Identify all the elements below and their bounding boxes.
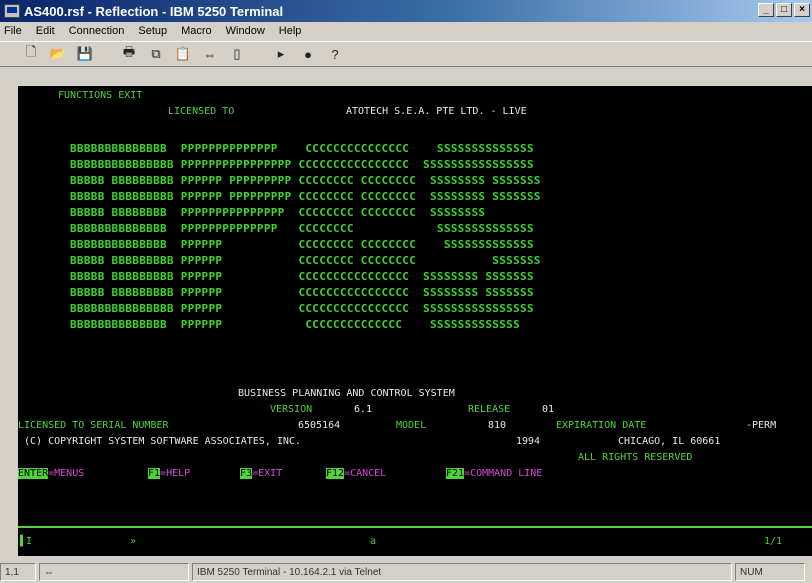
fkey-f1-label: =HELP — [160, 468, 191, 479]
function-header: FUNCTIONS EXIT — [58, 90, 143, 101]
title-bar: AS400.rsf - Reflection - IBM 5250 Termin… — [0, 0, 812, 22]
num-lock-indicator: NUM — [735, 563, 805, 581]
paste-icon[interactable]: 📋 — [174, 45, 192, 63]
bpcs-logo-row: BBBBB BBBBBBBBB PPPPPP CCCCCCCCCCCCCCCC … — [70, 286, 534, 299]
menu-setup[interactable]: Setup — [138, 25, 167, 37]
oia-shift: a — [370, 536, 377, 547]
system-name: BUSINESS PLANNING AND CONTROL SYSTEM — [238, 388, 455, 399]
fkey-enter-label: =MENUS — [48, 468, 85, 479]
status-bar: 1,1 ⇔ IBM 5250 Terminal - 10.164.2.1 via… — [0, 561, 812, 583]
reflection-app-icon[interactable] — [4, 4, 20, 18]
terminal-screen[interactable]: FUNCTIONS EXIT LICENSED TO ATOTECH S.E.A… — [18, 86, 812, 556]
cursor-position: 1/1 — [764, 536, 783, 547]
bpcs-logo-row: BBBBBBBBBBBBBB PPPPPP CCCCCCCC CCCCCCCC … — [70, 238, 534, 251]
fkey-f12-label: =CANCEL — [344, 468, 387, 479]
fkey-f1[interactable]: F1=HELP — [148, 468, 190, 480]
copy-icon[interactable]: ⧉ — [147, 45, 165, 63]
fkey-f3[interactable]: F3=EXIT — [240, 468, 282, 480]
expiration-label: EXPIRATION DATE — [556, 420, 647, 431]
cursor-position-status: 1,1 — [0, 563, 36, 581]
expiration-value: -PERM — [746, 420, 777, 431]
menu-bar: File Edit Connection Setup Macro Window … — [0, 22, 812, 40]
serial-value: 6505164 — [298, 420, 341, 431]
help-icon[interactable]: ? — [326, 45, 344, 63]
menu-edit[interactable]: Edit — [36, 25, 55, 37]
fkey-f3-key: F3 — [240, 468, 253, 479]
maximize-button[interactable]: □ — [776, 3, 792, 17]
model-label: MODEL — [396, 420, 427, 431]
bpcs-logo-row: BBBBB BBBBBBBBB PPPPPP PPPPPPPPP CCCCCCC… — [70, 190, 541, 203]
stop-icon[interactable]: ● — [299, 45, 317, 63]
fkey-f1-key: F1 — [148, 468, 161, 479]
copyright-year: 1994 — [516, 436, 541, 447]
fkey-enter-key: ENTER — [18, 468, 49, 479]
bpcs-logo-row: BBBBB BBBBBBBBB PPPPPP CCCCCCCC CCCCCCCC… — [70, 254, 541, 267]
menu-window[interactable]: Window — [226, 25, 265, 37]
fkey-f21-key: F21 — [446, 468, 465, 479]
new-icon[interactable]: 🗋 — [22, 44, 40, 63]
open-icon[interactable]: 📂 — [49, 45, 67, 63]
toolbar: 🗋 📂 💾 🖶 ⧉ 📋 ⇔ ▯ ▸ ● ? — [0, 41, 812, 67]
rights-reserved: ALL RIGHTS RESERVED — [578, 452, 693, 463]
bpcs-logo-row: BBBBB BBBBBBBBB PPPPPP CCCCCCCCCCCCCCCC … — [70, 270, 534, 283]
version-value: 6.1 — [354, 404, 373, 415]
fkey-enter[interactable]: ENTER=MENUS — [18, 468, 84, 480]
fkey-f3-label: =EXIT — [252, 468, 283, 479]
oia-indicator: ▌I — [20, 536, 33, 547]
model-value: 810 — [488, 420, 507, 431]
bpcs-logo-row: BBBBB BBBBBBBBB PPPPPP PPPPPPPPP CCCCCCC… — [70, 174, 541, 187]
bpcs-logo-row: BBBBBBBBBBBBBB PPPPPPPPPPPPPP CCCCCCCC S… — [70, 222, 534, 235]
menu-file[interactable]: File — [4, 25, 22, 37]
release-value: 01 — [542, 404, 555, 415]
fkey-f12-key: F12 — [326, 468, 345, 479]
bpcs-logo-row: BBBBBBBBBBBBBBB PPPPPPPPPPPPPPPP CCCCCCC… — [70, 158, 534, 171]
oia-input-inhibit: » — [130, 536, 137, 547]
fkey-f21[interactable]: F21=COMMAND LINE — [446, 468, 542, 480]
location: CHICAGO, IL 60661 — [618, 436, 721, 447]
minimize-button[interactable]: _ — [758, 3, 774, 17]
bpcs-logo-row: BBBBB BBBBBBBB PPPPPPPPPPPPPPP CCCCCCCC … — [70, 206, 486, 219]
menu-help[interactable]: Help — [279, 25, 302, 37]
disconnect-icon[interactable]: ▯ — [228, 45, 246, 63]
licensee-name: ATOTECH S.E.A. PTE LTD. - LIVE — [346, 106, 527, 117]
save-icon[interactable]: 💾 — [76, 45, 94, 63]
oia-divider — [18, 526, 812, 528]
window-controls: _ □ × — [758, 3, 810, 17]
connect-icon[interactable]: ⇔ — [201, 45, 219, 63]
record-icon[interactable]: ▸ — [272, 45, 290, 63]
connection-status-icon: ⇔ — [39, 563, 189, 581]
copyright-owner: (C) COPYRIGHT SYSTEM SOFTWARE ASSOCIATES… — [24, 436, 301, 447]
window-title: AS400.rsf - Reflection - IBM 5250 Termin… — [24, 3, 284, 19]
bpcs-logo-row: BBBBBBBBBBBBBB PPPPPPPPPPPPPP CCCCCCCCCC… — [70, 142, 534, 155]
bpcs-logo-row: BBBBBBBBBBBBBBB PPPPPP CCCCCCCCCCCCCCCC … — [70, 302, 534, 315]
print-icon[interactable]: 🖶 — [120, 44, 138, 63]
serial-label: LICENSED TO SERIAL NUMBER — [18, 420, 169, 431]
release-label: RELEASE — [468, 404, 511, 415]
menu-macro[interactable]: Macro — [181, 25, 212, 37]
licensed-label: LICENSED TO — [168, 106, 235, 117]
bpcs-logo-row: BBBBBBBBBBBBBB PPPPPP CCCCCCCCCCCCCC SSS… — [70, 318, 520, 331]
menu-connection[interactable]: Connection — [69, 25, 125, 37]
fkey-f21-label: =COMMAND LINE — [464, 468, 543, 479]
version-label: VERSION — [270, 404, 313, 415]
close-button[interactable]: × — [794, 3, 810, 17]
connection-status: IBM 5250 Terminal - 10.164.2.1 via Telne… — [192, 563, 732, 581]
fkey-f12[interactable]: F12=CANCEL — [326, 468, 386, 480]
